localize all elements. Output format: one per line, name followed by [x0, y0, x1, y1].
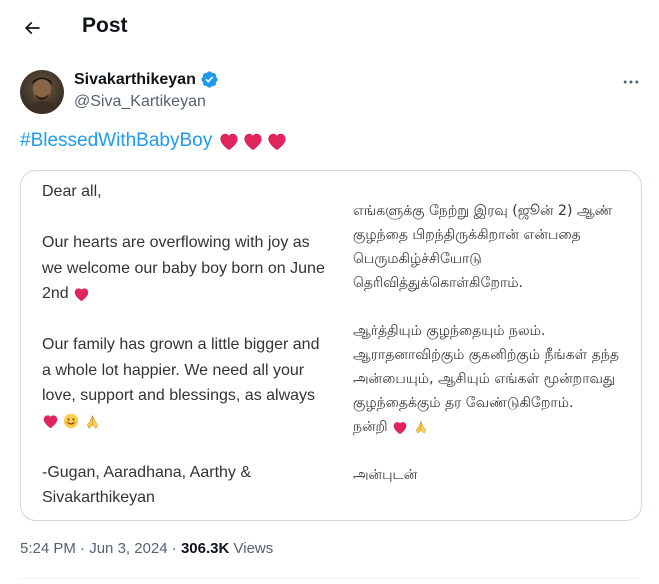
red-heart-icon	[74, 288, 89, 301]
folded-hands-icon	[415, 421, 426, 434]
letter-paragraph-1: Our hearts are overflowing with joy as w…	[42, 234, 325, 302]
post-time[interactable]: 5:24 PM	[20, 540, 76, 557]
post-date[interactable]: Jun 3, 2024	[89, 540, 167, 557]
more-options-button[interactable]	[616, 70, 646, 94]
red-heart-icon	[268, 133, 286, 151]
verified-badge-icon	[201, 71, 218, 88]
tamil-thanks: நன்றி	[353, 415, 633, 439]
divider	[20, 578, 639, 579]
tamil-paragraph-2: ஆர்த்தியும் குழந்தையும் நலம். ஆராதனாவிற்…	[353, 323, 619, 411]
tamil-closing: அன்புடன்	[353, 467, 418, 483]
red-heart-icon	[393, 421, 407, 434]
views-count: 306.3K	[180, 540, 230, 557]
letter-greeting: Dear all,	[42, 183, 102, 200]
back-button[interactable]	[14, 10, 50, 46]
letter-tamil-column: எங்களுக்கு நேற்று இரவு (ஜூன் 2) ஆண் குழந…	[353, 199, 633, 487]
media-image[interactable]: Dear all, Our hearts are overflowing wit…	[20, 170, 642, 521]
red-heart-icon	[244, 133, 262, 151]
letter-paragraph-2: Our family has grown a little bigger and…	[42, 332, 327, 434]
red-heart-icon	[43, 415, 58, 429]
page-header: Post	[0, 0, 659, 56]
letter-signature: -Gugan, Aaradhana, Aarthy & Sivakarthike…	[42, 463, 252, 507]
red-heart-icon	[220, 133, 238, 151]
author-name-text: Sivakarthikeyan	[74, 70, 196, 88]
page-title: Post	[82, 14, 128, 37]
more-dots-icon	[623, 80, 639, 84]
tweet-text: #BlessedWithBabyBoy	[20, 130, 288, 152]
smiling-face-icon	[64, 414, 79, 429]
post-meta: 5:24 PM · Jun 3, 2024 · 306.3K Views	[20, 540, 274, 557]
tamil-paragraph-1: எங்களுக்கு நேற்று இரவு (ஜூன் 2) ஆண் குழந…	[353, 203, 613, 291]
views-label: Views	[229, 540, 274, 557]
folded-hands-icon	[87, 415, 98, 429]
letter-english-column: Dear all, Our hearts are overflowing wit…	[42, 179, 327, 520]
hearts-emoji-group	[218, 131, 288, 151]
hashtag-link[interactable]: #BlessedWithBabyBoy	[20, 130, 212, 152]
author-handle[interactable]: @Siva_Kartikeyan	[74, 93, 206, 111]
avatar[interactable]	[20, 70, 64, 114]
author-name[interactable]: Sivakarthikeyan	[74, 70, 219, 89]
arrow-left-icon	[24, 21, 40, 35]
